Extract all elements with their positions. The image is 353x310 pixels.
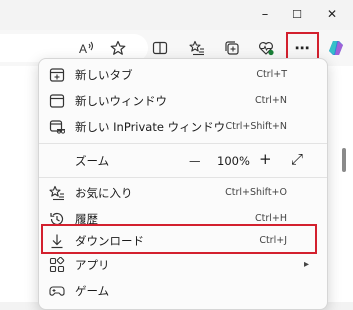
vertical-scrollbar[interactable] <box>337 66 351 300</box>
maximize-button[interactable]: ☐ <box>279 0 315 28</box>
menu-item-label: お気に入り <box>75 186 133 200</box>
menu-item-favorites[interactable]: お気に入り Ctrl+Shift+O <box>39 179 327 207</box>
menu-item-new-window[interactable]: 新しいウィンドウ Ctrl+N <box>39 87 327 115</box>
zoom-in-button[interactable]: + <box>259 151 272 167</box>
zoom-label: ズーム <box>75 154 110 168</box>
menu-item-zoom: ズーム — 100% + ⤢ <box>39 145 327 177</box>
zoom-out-button[interactable]: — <box>189 153 201 169</box>
scrollbar-thumb[interactable] <box>342 148 346 172</box>
copilot-button[interactable] <box>322 34 350 62</box>
menu-item-label: アプリ <box>75 258 110 272</box>
minimize-icon: – <box>261 6 269 22</box>
menu-item-new-tab[interactable]: 新しいタブ Ctrl+T <box>39 61 327 89</box>
title-bar: – ☐ ✕ <box>0 0 353 30</box>
menu-item-label: 新しいタブ <box>75 68 133 82</box>
new-window-icon <box>49 94 65 108</box>
menu-item-games[interactable]: ゲーム <box>39 277 327 305</box>
apps-icon <box>49 257 65 273</box>
menu-item-label: ゲーム <box>75 284 110 298</box>
svg-text:A: A <box>79 42 87 56</box>
fullscreen-icon[interactable]: ⤢ <box>291 151 303 167</box>
zoom-level-value: 100% <box>217 154 250 168</box>
collections-icon <box>225 41 239 55</box>
copilot-icon <box>329 41 343 55</box>
star-icon <box>110 40 126 55</box>
menu-item-label: 新しい InPrivate ウィンドウ <box>75 120 226 134</box>
close-button[interactable]: ✕ <box>314 0 350 28</box>
chevron-right-icon: ▸ <box>303 259 309 270</box>
minimize-button[interactable]: – <box>247 0 283 28</box>
menu-item-apps[interactable]: アプリ ▸ <box>39 251 327 279</box>
menu-item-shortcut: Ctrl+Shift+N <box>225 121 287 132</box>
menu-separator <box>39 177 327 178</box>
favorites-icon <box>49 185 64 201</box>
close-icon: ✕ <box>326 7 338 21</box>
menu-item-new-inprivate-window[interactable]: 新しい InPrivate ウィンドウ Ctrl+Shift+N <box>39 113 327 141</box>
menu-item-shortcut: Ctrl+Shift+O <box>225 187 287 198</box>
maximize-icon: ☐ <box>292 7 302 21</box>
menu-item-label: 新しいウィンドウ <box>75 94 167 108</box>
split-screen-icon <box>152 41 168 55</box>
read-aloud-icon: A <box>79 41 94 56</box>
menu-item-shortcut: Ctrl+T <box>256 69 287 80</box>
heart-pulse-icon <box>259 42 274 56</box>
downloads-highlight <box>41 224 317 254</box>
favorites-list-icon <box>189 40 204 56</box>
menu-item-shortcut: Ctrl+N <box>255 95 287 106</box>
games-icon <box>49 286 65 296</box>
new-tab-icon <box>49 68 65 82</box>
menu-separator <box>39 143 327 144</box>
inprivate-icon <box>49 120 65 134</box>
settings-and-more-menu: 新しいタブ Ctrl+T 新しいウィンドウ Ctrl+N 新しい InPriva… <box>38 58 328 310</box>
